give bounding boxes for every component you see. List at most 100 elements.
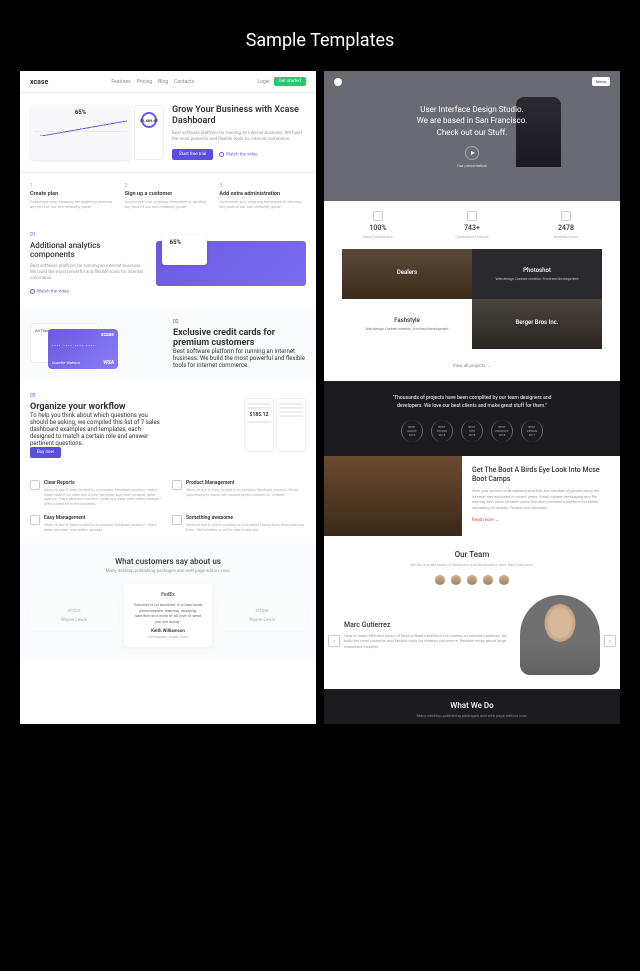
testi-title: What customers say about us [30, 557, 306, 566]
view-all-link[interactable]: View all projects → [324, 359, 620, 381]
award-badge: BEST GROUP 2018 [401, 420, 423, 442]
feat-desc: When to use it: been invited to a compan… [44, 523, 164, 533]
check-icon [373, 211, 383, 221]
hero-desc: Best software platform for running an in… [172, 131, 306, 144]
article-row: Get The Boot A Birds Eye Look Into Mcse … [324, 456, 620, 536]
nav-pricing[interactable]: Pricing [137, 79, 152, 85]
award-label: BEST DESIGN 2017 [527, 425, 538, 437]
feature-product: Product ManagementWhen to use it: been i… [172, 480, 306, 508]
feature-awesome: Something awesomeWhen to use it: you're … [172, 515, 306, 533]
project-photoshot[interactable]: PhotoshotWeb design, Content creation, F… [472, 249, 602, 299]
stat-projects: 743+ Completed Projects [428, 211, 516, 239]
steps: 1Create planCustomize your cleaning temp… [20, 172, 316, 219]
avatars-row [334, 575, 610, 585]
project-dealers[interactable]: Dealers [342, 249, 472, 299]
testi-logo: FedEx [132, 592, 204, 598]
projects-grid: Dealers PhotoshotWeb design, Content cre… [324, 249, 620, 359]
start-trial-button[interactable]: Start free trial [172, 149, 213, 160]
login-link[interactable]: Login [257, 79, 269, 85]
awesome-icon [172, 515, 182, 525]
testi-name: Wayne Lewis [226, 618, 298, 623]
stat-hours: 2478Working Hours [522, 211, 610, 239]
award-badge: BEST SITE 2018 [461, 420, 483, 442]
step-title: Add extra administration [219, 191, 306, 197]
watch-video-button[interactable]: Watch the video [219, 152, 258, 158]
section-title: Additional analytics components [30, 241, 146, 260]
link-label: Watch the video [37, 290, 69, 295]
award-label: BEST STUDIO 2018 [437, 425, 448, 437]
phone-left: $185.12 [244, 398, 274, 452]
header: xcase Features Pricing Blog Contacts Log… [20, 71, 316, 93]
awards-row: BEST GROUP 2018 BEST STUDIO 2018 BEST SI… [344, 420, 600, 442]
nav-blog[interactable]: Blog [158, 79, 168, 85]
avatar[interactable] [467, 575, 477, 585]
cell-title: Fashstyle [394, 317, 420, 324]
testi-card-main: FedEx"Success is no accident. It is hard… [124, 584, 212, 646]
member-bio: Help to make effective bucks of Best sof… [344, 633, 510, 650]
step-num: 2 [125, 183, 212, 189]
avatar[interactable] [451, 575, 461, 585]
team-section: Our Team We are a small team of designer… [324, 536, 620, 689]
avatar[interactable] [435, 575, 445, 585]
prev-button[interactable]: ‹ [328, 635, 340, 647]
stat-label: Client Satisfaction [334, 234, 422, 239]
nav: Features Pricing Blog Contacts [111, 79, 194, 85]
buy-now-button[interactable]: Buy now [30, 447, 61, 458]
nav-features[interactable]: Features [111, 79, 130, 85]
stat-value: 100% [334, 224, 422, 232]
watch-video-link[interactable]: Watch the video [30, 289, 69, 295]
award-badge: BEST STUDIO 2018 [431, 420, 453, 442]
step-desc: Customize your cleaning templates or dev… [30, 199, 117, 209]
project-fashstyle[interactable]: FashstyleWeb design, Content creation, F… [342, 299, 472, 349]
next-button[interactable]: › [604, 635, 616, 647]
template-a: xcase Features Pricing Blog Contacts Log… [20, 71, 316, 724]
article-title: Get The Boot A Birds Eye Look Into Mcse … [472, 466, 610, 484]
section-desc: Best software platform for running an in… [30, 264, 146, 283]
testi-sub: Many desktop publishing packages and web… [30, 569, 306, 574]
award-badge: BEST DESIGN 2017 [521, 420, 543, 442]
avatar[interactable] [499, 575, 509, 585]
play-button[interactable] [465, 146, 479, 160]
wwd-sub: Many desktop publishing packages and web… [334, 713, 610, 718]
testi-card: stripe Wayne Lewis [218, 600, 306, 631]
step-desc: Customize your cleaning templates or dev… [219, 199, 306, 209]
logo[interactable]: xcase [30, 78, 48, 86]
donut-chart-icon: $1,489.67 [141, 112, 157, 128]
article-desc: With your access to Broadband and DSL th… [472, 488, 610, 510]
testi-logo: stripe [38, 608, 110, 614]
award-label: BEST PRODUCT 2018 [495, 425, 508, 437]
project-berger[interactable]: Berger Bros Inc. [472, 299, 602, 349]
avatar[interactable] [483, 575, 493, 585]
cell-desc: Web design, Content creation, Front-end … [496, 277, 579, 282]
gauge-pct: 65% [34, 109, 127, 116]
testi-logo: stripe [226, 608, 298, 614]
logo-icon[interactable] [334, 78, 342, 86]
stat-label: Completed Projects [428, 234, 516, 239]
get-started-button[interactable]: Get started [274, 77, 306, 86]
hero: Menu User Interface Design Studio.We are… [324, 71, 620, 201]
award-label: BEST SITE 2018 [467, 425, 478, 437]
template-b: Menu User Interface Design Studio.We are… [324, 71, 620, 724]
feat-title: Product Management [186, 480, 306, 486]
member-name: Marc Gutierrez [344, 621, 510, 629]
menu-button[interactable]: Menu [592, 77, 610, 86]
section-cards: All Time Best Cash xcase •••• •••• •••• … [20, 307, 316, 381]
testi-name: Wayne Lewis [38, 618, 110, 623]
step-2: 2Sign up a customerCustomize your cleani… [125, 183, 212, 209]
read-more-link[interactable]: Read more → [472, 518, 499, 523]
phone-right [276, 398, 306, 452]
phone-value: $185.12 [247, 412, 271, 418]
stats-row: 100% Client Satisfaction 743+ Completed Pr… [324, 201, 620, 249]
stat-value: 743+ [428, 224, 516, 232]
section-desc: To help you think about which questions … [30, 412, 163, 447]
award-label: BEST GROUP 2018 [407, 425, 418, 437]
feat-desc: When to use it: you're working on a prob… [186, 523, 306, 533]
feature-easy: Easy ManagementWhen to use it: been invi… [30, 515, 164, 533]
hero-title: Grow Your Business with Xcase Dashboard [172, 105, 306, 127]
feat-title: Clear Reports [44, 480, 164, 486]
award-badge: BEST PRODUCT 2018 [491, 420, 513, 442]
reports-icon [30, 480, 40, 490]
play-icon [219, 152, 224, 157]
nav-contacts[interactable]: Contacts [174, 79, 194, 85]
testimonials: What customers say about us Many desktop… [20, 543, 316, 660]
